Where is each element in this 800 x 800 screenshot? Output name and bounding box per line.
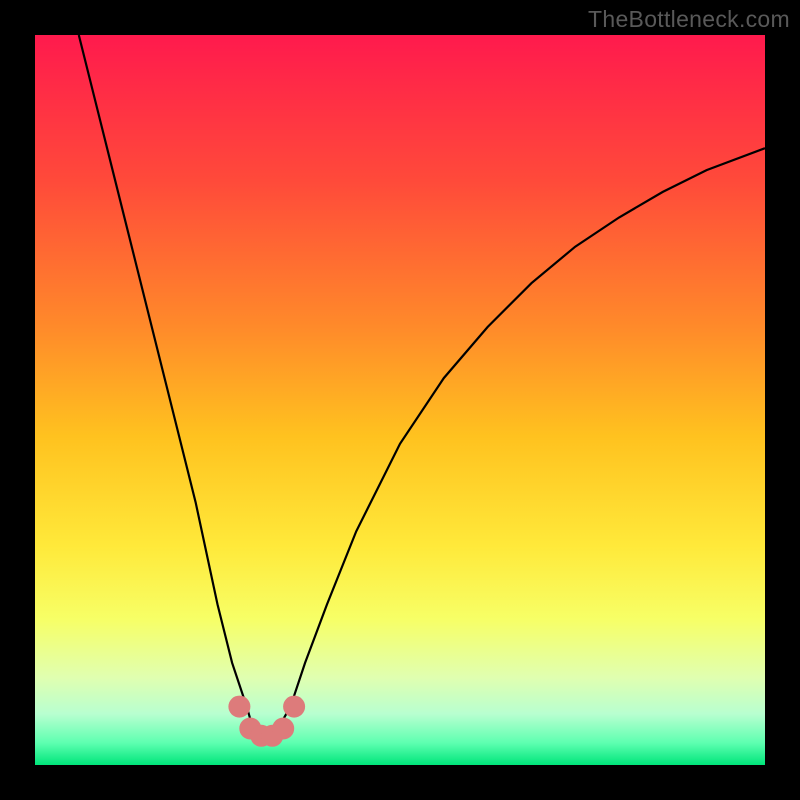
- plot-background: [35, 35, 765, 765]
- chart-frame: TheBottleneck.com: [0, 0, 800, 800]
- bottleneck-chart: [0, 0, 800, 800]
- watermark-text: TheBottleneck.com: [588, 6, 790, 33]
- marker-dot: [228, 696, 250, 718]
- marker-dot: [283, 696, 305, 718]
- marker-dot: [272, 718, 294, 740]
